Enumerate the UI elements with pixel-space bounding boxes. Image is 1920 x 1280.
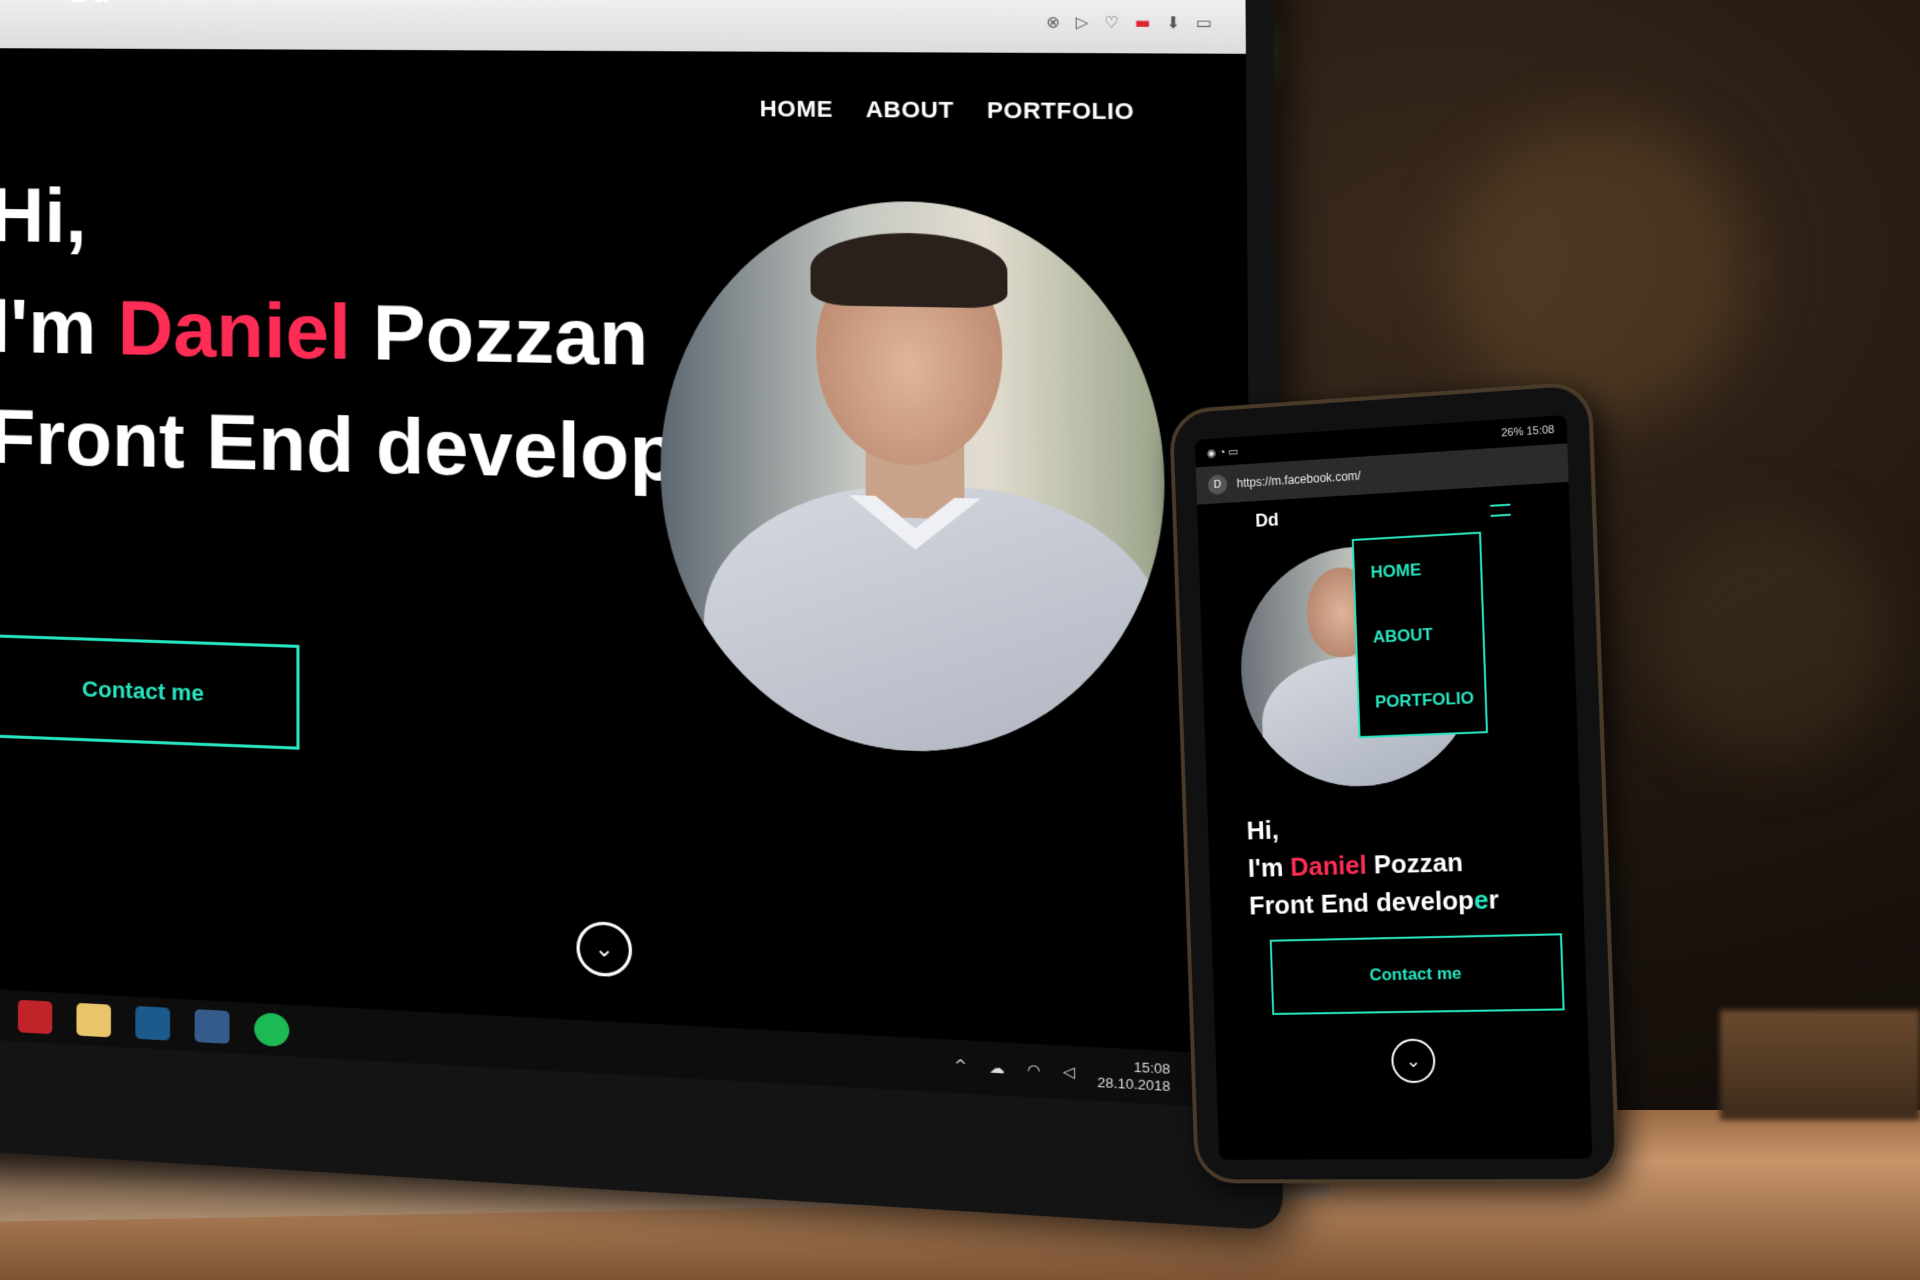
phone-hero-last-name: Pozzan [1366, 846, 1464, 880]
folder-icon[interactable] [76, 1002, 111, 1038]
site-logo[interactable]: Dd [70, 0, 130, 10]
volume-icon[interactable]: ◁ [1063, 1064, 1075, 1082]
chevron-up-icon[interactable]: ^ [954, 1058, 967, 1076]
site-nav: HOME ABOUT PORTFOLIO [760, 95, 1135, 125]
site-favicon: D [1207, 474, 1228, 496]
clock-date: 28.10.2018 [1097, 1074, 1171, 1095]
phone-site-logo[interactable]: Dd [1255, 510, 1279, 532]
phone-hero-role-end: r [1487, 884, 1500, 915]
phone-nav-about[interactable]: ABOUT [1373, 622, 1483, 647]
hero-heading: Hi, I'm Daniel Pozzan Front End develope… [0, 161, 756, 514]
phone-hero-heading: Hi, I'm Daniel Pozzan Front End develope… [1246, 803, 1499, 924]
laptop: ⊗ ▷ ♡ ▬ ⬇ ▭ Dd HOME ABOUT PORTFOLIO Hi, … [0, 0, 1283, 1231]
taskbar-app-icon[interactable] [17, 999, 53, 1035]
hero-name-line: I'm Daniel Pozzan [0, 271, 756, 398]
nav-home[interactable]: HOME [760, 95, 834, 123]
phone-hero-name-line: I'm Daniel Pozzan [1247, 842, 1498, 887]
hero-role: Front End develop [0, 393, 679, 498]
wifi-icon[interactable]: ◠ [1027, 1062, 1041, 1080]
taskbar-clock[interactable]: 15:08 28.10.2018 [1097, 1057, 1170, 1095]
hero-prefix: I'm [0, 283, 118, 372]
url-text[interactable]: https://m.facebook.com/ [1236, 469, 1361, 491]
hamburger-menu-icon[interactable] [1490, 503, 1511, 517]
hero-greeting: Hi, [0, 172, 87, 260]
download-icon[interactable]: ⬇ [1166, 13, 1180, 32]
phone-hero-prefix: I'm [1247, 852, 1291, 883]
wooden-box [1720, 1010, 1920, 1120]
hero-last-name: Pozzan [350, 289, 649, 383]
spotify-icon[interactable] [254, 1012, 290, 1048]
background-bokeh [1450, 120, 1750, 420]
block-icon[interactable]: ⊗ [1046, 13, 1060, 32]
extension-icon[interactable]: ▬ [1135, 13, 1151, 32]
cloud-icon[interactable]: ☁ [989, 1060, 1005, 1078]
background-bokeh [1650, 520, 1890, 760]
system-tray: ^ ☁ ◠ ◁ 15:08 28.10.2018 ▢ [954, 1049, 1208, 1097]
contact-button[interactable]: Contact me [0, 634, 300, 750]
phone-contact-button[interactable]: Contact me [1269, 933, 1565, 1015]
windows-taskbar: ^ ☁ ◠ ◁ 15:08 28.10.2018 ▢ [0, 989, 1254, 1110]
status-icons: ◉ ◔ ▭ [1206, 445, 1239, 460]
hero-first-name: Daniel [117, 285, 352, 377]
battery-icon: ▭ [1195, 13, 1212, 33]
photoshop-icon[interactable] [135, 1005, 171, 1041]
heart-icon[interactable]: ♡ [1104, 13, 1119, 32]
hero-role-line: Front End developer [0, 382, 756, 514]
profile-photo [659, 198, 1167, 761]
status-battery-time: 26% 15:08 [1500, 423, 1555, 440]
phone-hero-role-accent: e [1473, 884, 1490, 916]
browser-toolbar: ⊗ ▷ ♡ ▬ ⬇ ▭ [0, 0, 1246, 54]
phone-nav-portfolio[interactable]: PORTFOLIO [1375, 688, 1485, 713]
laptop-screen: ⊗ ▷ ♡ ▬ ⬇ ▭ Dd HOME ABOUT PORTFOLIO Hi, … [0, 0, 1254, 1110]
nav-portfolio[interactable]: PORTFOLIO [987, 97, 1134, 126]
photo-hair [810, 231, 1008, 309]
taskbar-app-icon[interactable] [194, 1009, 230, 1044]
send-icon[interactable]: ▷ [1076, 13, 1089, 32]
phone-hero-role-line: Front End developer [1249, 880, 1500, 924]
smartphone: ◉ ◔ ▭ 26% 15:08 D https://m.facebook.com… [1168, 380, 1620, 1184]
nav-about[interactable]: ABOUT [866, 96, 954, 124]
phone-scroll-down-icon[interactable]: ⌄ [1390, 1038, 1436, 1084]
phone-screen: ◉ ◔ ▭ 26% 15:08 D https://m.facebook.com… [1194, 414, 1593, 1160]
phone-hero-role: Front End develop [1248, 884, 1475, 921]
phone-nav-dropdown: HOME ABOUT PORTFOLIO [1351, 531, 1489, 739]
phone-hero-first-name: Daniel [1289, 849, 1368, 882]
phone-nav-home[interactable]: HOME [1370, 557, 1480, 583]
scroll-down-icon[interactable]: ⌄ [576, 920, 633, 978]
